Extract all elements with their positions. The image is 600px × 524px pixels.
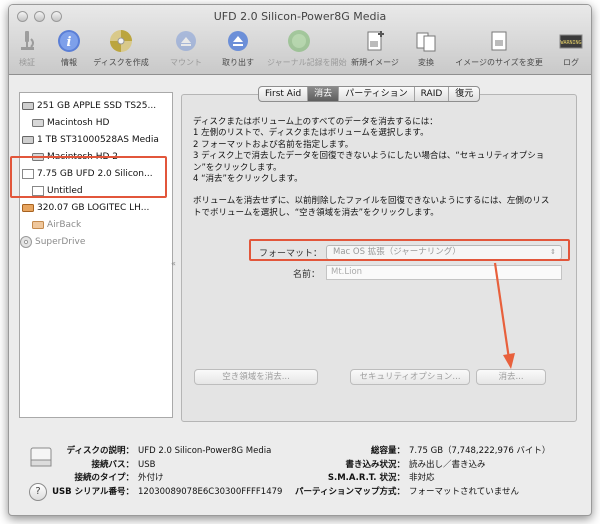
log-button[interactable]: WARNING ログ	[539, 29, 591, 68]
disk-info-left: ディスクの説明： UFD 2.0 Silicon-Power8G Media 接続…	[27, 445, 282, 500]
microscope-icon	[21, 31, 34, 50]
sidebar-item-apple-ssd[interactable]: 251 GB APPLE SSD TS25...	[20, 97, 172, 114]
tab-restore[interactable]: 復元	[449, 87, 479, 101]
instruction-line: 4 “消去”をクリックします。	[193, 174, 303, 185]
info-value: 外付け	[138, 473, 164, 484]
info-value: フォーマットされていません	[409, 487, 519, 498]
info-key: 総容量：	[370, 446, 405, 456]
info-value: 非対応	[409, 473, 435, 484]
instruction-line: 3 ディスク上で消去したデータを回復できないようにしたい場合は、“セキュリティオ…	[193, 151, 545, 162]
svg-text:i: i	[67, 35, 72, 50]
tab-raid[interactable]: RAID	[415, 87, 450, 101]
resize-image-icon	[491, 31, 507, 51]
name-label: 名前：	[293, 270, 321, 280]
window-title: UFD 2.0 Silicon-Power8G Media	[213, 10, 387, 23]
tab-partition[interactable]: パーティション	[339, 87, 415, 101]
volume-icon	[32, 118, 44, 127]
instruction-line: ン”をクリックします。	[193, 162, 282, 173]
sidebar-item-label: 251 GB APPLE SSD TS25...	[37, 100, 157, 111]
security-options-button[interactable]: セキュリティオプション...	[350, 369, 470, 385]
convert-icon	[416, 32, 436, 52]
disk-info-right: 総容量： 7.75 GB（7,748,222,976 バイト） 書き込み状況： 読み…	[249, 445, 550, 500]
annotation-arrow-icon	[493, 262, 515, 369]
erase-free-space-button[interactable]: 空き領域を消去...	[194, 369, 318, 385]
eject-button[interactable]: 取り出す	[206, 29, 270, 68]
mount-icon	[176, 31, 196, 51]
instruction-line: 2 フォーマットおよび名前を指定します。	[193, 139, 354, 150]
info-key: ディスクの説明：	[66, 446, 134, 456]
highlight-format-row	[249, 239, 570, 261]
split-resize-handle[interactable]: «	[171, 259, 176, 268]
log-badge-text: WARNING	[560, 40, 581, 46]
toolbar: UFD 2.0 Silicon-Power8G Media 検証 i 情報 ディ…	[9, 5, 591, 75]
tab-bar: First Aid 消去 パーティション RAID 復元	[258, 86, 481, 102]
help-button[interactable]: ?	[29, 483, 47, 501]
sidebar-item-label: AirBack	[47, 219, 82, 230]
tab-first-aid[interactable]: First Aid	[259, 87, 309, 101]
sidebar-item-st1000[interactable]: 1 TB ST31000528AS Media	[20, 131, 172, 148]
sidebar-item-label: Macintosh HD	[47, 117, 110, 128]
new-image-icon	[367, 31, 384, 51]
resize-image-button[interactable]: イメージのサイズを変更	[455, 29, 543, 68]
eject-icon	[228, 31, 248, 51]
burn-label: ディスクを作成	[93, 58, 149, 67]
disk-utility-window: UFD 2.0 Silicon-Power8G Media 検証 i 情報 ディ…	[8, 4, 592, 516]
sidebar-item-logitec[interactable]: 320.07 GB LOGITEC LH...	[20, 199, 172, 216]
info-key: パーティションマップ方式：	[295, 487, 405, 498]
journal-label: ジャーナル記録を開始	[267, 58, 347, 67]
sidebar-item-label: SuperDrive	[35, 236, 86, 247]
resize-image-label: イメージのサイズを変更	[455, 58, 543, 67]
disk-list[interactable]: 251 GB APPLE SSD TS25... Macintosh HD 1 …	[19, 92, 173, 418]
sidebar-item-label: 1 TB ST31000528AS Media	[37, 134, 159, 145]
hard-disk-icon	[22, 101, 34, 110]
log-label: ログ	[563, 58, 579, 67]
instruction-line: トでボリュームを選択し、“空き領域を消去”をクリックします。	[193, 207, 439, 218]
sidebar-item-airback[interactable]: AirBack	[20, 216, 172, 233]
instruction-line: ボリュームを消去せずに、以前削除したファイルを回復できないようにするには、左側の…	[193, 196, 550, 207]
info-value: USB	[138, 459, 156, 470]
highlight-selected-disk	[10, 156, 167, 198]
info-key: 書き込み状況：	[345, 459, 405, 470]
erase-instructions: ディスクまたはボリューム上のすべてのデータを消去するには： 1 左側のリストで、…	[193, 117, 569, 219]
eject-label: 取り出す	[222, 58, 254, 67]
info-value: 7.75 GB（7,748,222,976 バイト）	[409, 446, 551, 456]
info-key: 接続バス：	[91, 459, 134, 470]
disc-burn-icon	[110, 30, 132, 52]
tab-erase[interactable]: 消去	[308, 87, 340, 101]
journal-icon	[288, 30, 310, 52]
info-value: 読み出し／書き込み	[409, 459, 486, 470]
convert-button[interactable]: 変換	[394, 29, 458, 68]
sidebar-item-macintosh-hd[interactable]: Macintosh HD	[20, 114, 172, 131]
sidebar-item-superdrive[interactable]: SuperDrive	[20, 233, 172, 250]
sidebar-item-label: 320.07 GB LOGITEC LH...	[37, 202, 150, 213]
convert-label: 変換	[418, 58, 434, 67]
journal-button[interactable]: ジャーナル記録を開始	[267, 29, 347, 68]
hard-disk-icon	[22, 135, 34, 144]
info-key: S.M.A.R.T. 状況：	[327, 473, 405, 484]
info-icon: i	[58, 30, 80, 52]
external-volume-icon	[32, 220, 44, 229]
erase-button[interactable]: 消去...	[476, 369, 546, 385]
external-disk-icon	[22, 203, 34, 212]
burn-button[interactable]: ディスクを作成	[89, 29, 153, 68]
instruction-line: 1 左側のリストで、ディスクまたはボリュームを選択します。	[193, 128, 429, 139]
log-icon: WARNING	[559, 34, 583, 49]
instruction-line: ディスクまたはボリューム上のすべてのデータを消去するには：	[193, 117, 438, 127]
name-input[interactable]: Mt.Lion	[326, 265, 562, 280]
optical-drive-icon	[20, 235, 32, 248]
